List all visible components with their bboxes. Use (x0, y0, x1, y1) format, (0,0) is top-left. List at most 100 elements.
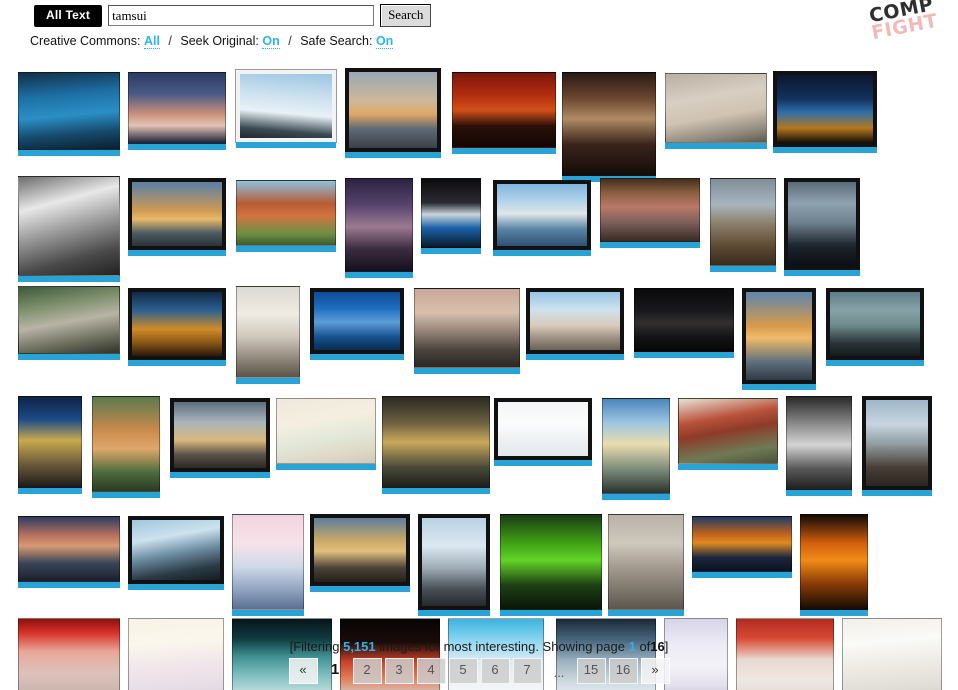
thumbnail-image (494, 398, 592, 460)
thumbnail-underline-bar (236, 142, 336, 148)
thumbnail-green-shadow-cyclists[interactable] (500, 514, 602, 616)
thumbnail-bridge-bears-night[interactable] (128, 288, 226, 366)
thumbnail-white-bird-blue-roof[interactable] (421, 178, 481, 254)
pagination-next-button[interactable]: » (640, 658, 670, 684)
pagination-page-16[interactable]: 16 (608, 658, 638, 684)
thumbnail-image (128, 72, 226, 144)
creative-commons-value-link[interactable]: All (143, 34, 160, 49)
search-input[interactable] (108, 5, 375, 26)
image-results-grid (0, 56, 958, 690)
thumbnail-image (92, 396, 160, 492)
thumbnail-dark-interior-figures[interactable] (634, 288, 734, 358)
pagination-page-7[interactable]: 7 (512, 658, 542, 684)
thumbnail-bears-sea-horizon[interactable] (826, 288, 924, 366)
thumbnail-underline-bar (742, 384, 816, 390)
thumbnail-bears-sunset-pier[interactable] (345, 68, 441, 158)
thumbnail-image (562, 72, 656, 176)
thumbnail-underline-bar (236, 378, 300, 384)
thumbnail-white-corridor-arches[interactable] (236, 286, 300, 384)
thumbnail-image (128, 288, 226, 360)
thumbnail-underline-bar (414, 368, 520, 374)
thumbnail-street-map-illustration[interactable] (276, 398, 376, 470)
thumbnail-purple-cloud-sunset[interactable] (345, 178, 413, 278)
thumbnail-image (634, 288, 734, 352)
thumbnail-night-market-street[interactable] (562, 72, 656, 182)
thumbnail-blue-sky-clouds-wires[interactable] (310, 288, 404, 360)
thumbnail-image (418, 514, 490, 610)
thumbnail-pier-sunset-clouds[interactable] (18, 516, 120, 588)
thumbnail-two-women-harbour-dusk[interactable] (128, 72, 226, 150)
thumbnail-fisherman-silhouette-river[interactable] (414, 288, 520, 374)
safe-search-value-link[interactable]: On (375, 34, 394, 49)
thumbnail-slipper-shop-wall[interactable] (600, 178, 700, 248)
thumbnail-underline-bar (345, 152, 441, 158)
thumbnail-bicycle-seaside-sky[interactable] (235, 69, 337, 148)
pagination-ellipsis: ... (553, 665, 565, 680)
result-row (0, 64, 958, 182)
result-row (0, 176, 958, 288)
thumbnail-boardwalk-sunset-lamps[interactable] (310, 514, 410, 592)
thumbnail-image (18, 176, 120, 276)
thumbnail-wooden-swing-garden[interactable] (92, 396, 160, 498)
thumbnail-red-brick-building[interactable] (236, 180, 336, 252)
thumbnail-image (414, 288, 520, 368)
thumbnail-cat-lying-ground[interactable] (665, 73, 767, 149)
pagination-page-2[interactable]: 2 (352, 658, 382, 684)
filter-options-bar: Creative Commons: All / Seek Original: O… (30, 34, 394, 49)
thumbnail-underline-bar (526, 354, 624, 360)
thumbnail-temple-roof-blossom[interactable] (18, 396, 82, 494)
thumbnail-bears-riverside-boats[interactable] (862, 396, 932, 496)
compfight-logo[interactable]: COMP FIGHT (854, 0, 953, 55)
filtered-image-count: 5,151 (343, 639, 376, 654)
thumbnail-red-sign-bamboo[interactable] (678, 398, 778, 470)
thumbnail-lovers-bridge-daylight[interactable] (493, 180, 591, 256)
scope-all-text-button[interactable]: All Text (34, 4, 103, 27)
thumbnail-silhouette-girl-sunset[interactable] (382, 396, 490, 494)
result-row (0, 396, 958, 508)
thumbnail-person-wall-greenery[interactable] (18, 286, 120, 360)
thumbnail-fisherman-dog-riverside[interactable] (710, 178, 776, 272)
page-header: All Text Search Creative Commons: All / … (0, 0, 958, 56)
thumbnail-blue-wall-snowman[interactable] (18, 72, 120, 156)
thumbnail-underline-bar (602, 494, 670, 500)
thumbnail-underline-bar (862, 490, 932, 496)
thumbnail-orange-bridge-lights[interactable] (800, 514, 868, 616)
thumbnail-sunrise-sea-rocks[interactable] (602, 398, 670, 500)
thumbnail-icecream-bridge-crowd[interactable] (526, 288, 624, 360)
search-button[interactable]: Search (380, 4, 432, 27)
thumbnail-bears-moonlight-sea[interactable] (784, 178, 860, 276)
thumbnail-underline-bar (276, 464, 376, 470)
pagination-page-15[interactable]: 15 (576, 658, 606, 684)
thumbnail-image (236, 180, 336, 246)
pagination-page-4[interactable]: 4 (416, 658, 446, 684)
thumbnail-image (493, 180, 591, 250)
thumbnail-cloudy-sunset-lamp[interactable] (170, 398, 270, 478)
thumbnail-red-sunset-skyline[interactable] (452, 72, 556, 154)
result-row (0, 286, 958, 398)
thumbnail-lamp-sunset-ocean[interactable] (742, 288, 816, 390)
thumbnail-image (170, 398, 270, 472)
thumbnail-city-skyline-sunset[interactable] (692, 516, 792, 578)
thumbnail-underline-bar (128, 360, 226, 366)
thumbnail-white-sky-lone-bird[interactable] (494, 398, 592, 466)
thumbnail-image (862, 396, 932, 490)
thumbnail-crowd-promenade-sky[interactable] (418, 514, 490, 616)
thumbnail-image (773, 71, 877, 147)
thumbnail-bare-tree-branches[interactable] (128, 516, 224, 590)
pagination-prev-button[interactable]: « (288, 658, 318, 684)
pagination-page-6[interactable]: 6 (480, 658, 510, 684)
thumbnail-underline-bar (826, 360, 924, 366)
thumbnail-grey-shore-reflection[interactable] (18, 176, 120, 282)
seek-original-value-link[interactable]: On (262, 34, 280, 49)
thumbnail-pink-lake-boat-heron[interactable] (232, 514, 304, 616)
thumbnail-image (421, 178, 481, 248)
thumbnail-bw-woman-doorway[interactable] (786, 396, 852, 496)
thumbnail-boat-on-mudflat[interactable] (608, 514, 684, 616)
pagination-page-3[interactable]: 3 (384, 658, 414, 684)
thumbnail-lamp-sunset-sea[interactable] (128, 178, 226, 256)
pagination-page-5[interactable]: 5 (448, 658, 478, 684)
thumbnail-underline-bar (128, 250, 226, 256)
thumbnail-image (18, 396, 82, 488)
status-total-pages: 16 (650, 639, 665, 654)
thumbnail-lovers-bridge-night[interactable] (773, 71, 877, 153)
